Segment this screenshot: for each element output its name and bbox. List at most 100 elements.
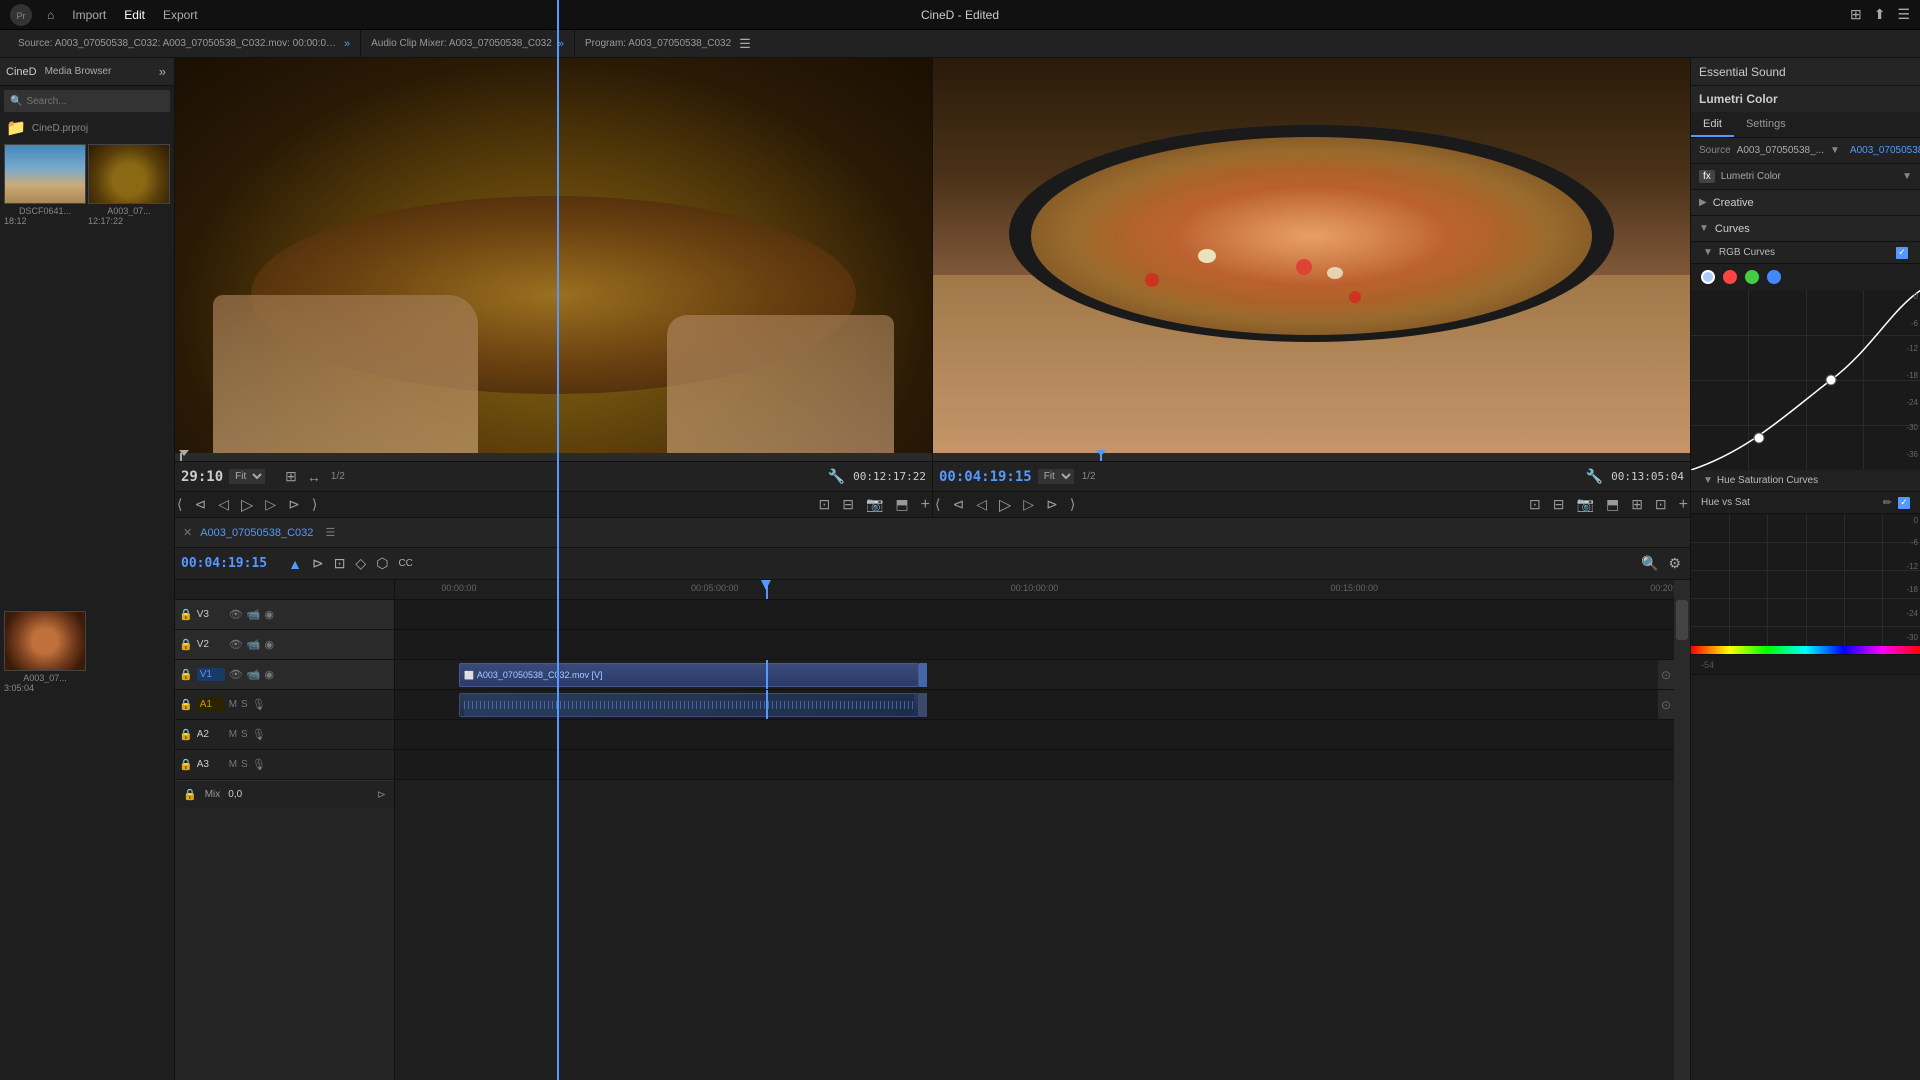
track-eye-v2[interactable]: ◉ xyxy=(264,638,274,651)
track-mute-a3[interactable]: M xyxy=(229,759,237,770)
track-solo-a2[interactable]: S xyxy=(241,729,248,740)
media-item-2[interactable]: A003_07... 12:17:22 xyxy=(88,144,170,609)
program-settings-btn[interactable]: ⊡ xyxy=(1653,496,1669,513)
program-play-btn[interactable]: ▷ xyxy=(997,495,1013,515)
media-item-1[interactable]: DSCF0641... 18:12 xyxy=(4,144,86,609)
track-visibility-v2[interactable]: 👁 xyxy=(229,638,243,651)
source-wrench-btn[interactable]: 🔧 xyxy=(826,468,847,485)
clip-end-handle[interactable] xyxy=(919,663,927,687)
track-visibility-v3[interactable]: 👁 xyxy=(229,608,243,621)
source-step-back-btn[interactable]: ⊲ xyxy=(192,496,208,513)
selection-tool[interactable]: ▲ xyxy=(285,556,305,572)
program-step-fwd-btn[interactable]: ⊳ xyxy=(1044,496,1060,513)
curve-graph[interactable]: 0 -6 -12 -18 -24 -30 -36 xyxy=(1691,290,1920,470)
track-visibility-v1[interactable]: 👁 xyxy=(229,668,243,681)
program-markers-btn[interactable]: ⊞ xyxy=(1629,496,1645,513)
hue-sat-curves-header[interactable]: ▼ Hue Saturation Curves xyxy=(1691,470,1920,492)
rgb-curves-row[interactable]: ▼ RGB Curves ✓ xyxy=(1691,242,1920,264)
program-add-btn[interactable]: + xyxy=(1677,496,1690,514)
audio-end-handle[interactable] xyxy=(919,693,927,717)
hue-vs-sat-checkbox[interactable]: ✓ xyxy=(1898,497,1910,509)
color-dot-red[interactable] xyxy=(1723,270,1737,284)
menu-icon[interactable]: ☰ xyxy=(1897,6,1910,23)
mix-lock-btn[interactable]: 🔒 xyxy=(183,788,197,801)
tab-edit[interactable]: Edit xyxy=(1691,112,1734,137)
timeline-close-btn[interactable]: ✕ xyxy=(183,526,192,539)
source-play-btn[interactable]: ▷ xyxy=(239,495,255,515)
creative-section-row[interactable]: ▶ Creative xyxy=(1691,190,1920,216)
source-scrub-bar[interactable] xyxy=(175,453,932,461)
source-step-fwd-btn[interactable]: ⊳ xyxy=(286,496,302,513)
a1-track-add-right[interactable]: ⊙ xyxy=(1658,690,1674,719)
timeline-menu-btn[interactable]: ☰ xyxy=(325,526,335,539)
video-clip[interactable]: ⬜ A003_07050538_C032.mov [V] xyxy=(459,663,919,687)
audio-clip[interactable] xyxy=(459,693,919,717)
source-dropdown[interactable]: ▼ xyxy=(1830,145,1840,156)
rgb-curves-checkbox[interactable]: ✓ xyxy=(1896,247,1908,259)
source-add-btn[interactable]: + xyxy=(919,496,932,514)
source-insert-btn[interactable]: ⊡ xyxy=(817,496,833,513)
program-camera-btn[interactable]: 📷 xyxy=(1575,496,1596,513)
source-inout-btn[interactable]: ⊞ xyxy=(283,468,299,485)
program-mark-btn[interactable]: ⟨ xyxy=(933,496,942,513)
razor-tool[interactable]: ◇ xyxy=(352,555,369,572)
source-extract-btn[interactable]: ⬒ xyxy=(893,496,910,513)
track-mic-a3[interactable]: 🎙 xyxy=(252,758,266,771)
timeline-scrollbar[interactable] xyxy=(1674,580,1690,1080)
tab-cined[interactable]: CineD xyxy=(6,66,37,78)
program-mark-out-btn[interactable]: ⟩ xyxy=(1068,496,1077,513)
program-lift-btn[interactable]: ⊡ xyxy=(1527,496,1543,513)
track-camera-v1[interactable]: 📹 xyxy=(247,668,261,681)
window-mode-icon[interactable]: ⊞ xyxy=(1850,6,1862,23)
color-dot-blue[interactable] xyxy=(1767,270,1781,284)
track-lock-a3[interactable]: 🔒 xyxy=(179,758,193,771)
source-camera-btn[interactable]: 📷 xyxy=(864,496,885,513)
tab-settings[interactable]: Settings xyxy=(1734,112,1798,137)
program-step-back-btn[interactable]: ⊲ xyxy=(950,496,966,513)
source-mark-out-btn[interactable]: ⟩ xyxy=(310,496,319,513)
track-solo-a3[interactable]: S xyxy=(241,759,248,770)
track-camera-v2[interactable]: 📹 xyxy=(247,638,261,651)
program-wrench-btn[interactable]: 🔧 xyxy=(1584,468,1605,485)
hue-sat-graph[interactable]: 0 -6 -12 -18 -24 -30 xyxy=(1691,514,1920,654)
program-next-frame-btn[interactable]: ▷ xyxy=(1021,496,1036,513)
source-next-frame-btn[interactable]: ▷ xyxy=(263,496,278,513)
share-icon[interactable]: ⬆ xyxy=(1874,6,1886,23)
track-lock-v1[interactable]: 🔒 xyxy=(179,668,193,681)
menu-home[interactable]: ⌂ xyxy=(47,8,54,22)
track-mute-a1[interactable]: M xyxy=(229,699,237,710)
color-dot-white[interactable] xyxy=(1701,270,1715,284)
program-menu-btn[interactable]: ☰ xyxy=(737,36,753,52)
timeline-scroll-thumb[interactable] xyxy=(1676,600,1688,640)
source-realsize-btn[interactable]: ↔ xyxy=(305,469,323,485)
track-lock-a1[interactable]: 🔒 xyxy=(179,698,193,711)
mix-next-btn[interactable]: ⊳ xyxy=(377,788,386,801)
program-extract-btn[interactable]: ⊟ xyxy=(1551,496,1567,513)
curves-section-row[interactable]: ▼ Curves xyxy=(1691,216,1920,242)
source-mark-in-btn[interactable]: ⟨ xyxy=(175,496,184,513)
tab-media-browser[interactable]: Media Browser xyxy=(45,66,112,77)
track-lock-v3[interactable]: 🔒 xyxy=(179,608,193,621)
track-eye-v1[interactable]: ◉ xyxy=(264,668,274,681)
track-mute-a2[interactable]: M xyxy=(229,729,237,740)
menu-import[interactable]: Import xyxy=(72,8,106,22)
track-camera-v3[interactable]: 📹 xyxy=(247,608,261,621)
program-scrub-bar[interactable] xyxy=(933,453,1690,461)
program-fit-select[interactable]: Fit xyxy=(1038,469,1074,484)
hue-vs-sat-edit-btn[interactable]: ✏ xyxy=(1883,496,1892,509)
track-add-right[interactable]: ⊙ xyxy=(1658,660,1674,689)
track-solo-a1[interactable]: S xyxy=(241,699,248,710)
program-prev-frame-btn[interactable]: ◁ xyxy=(974,496,989,513)
media-item-3[interactable]: A003_07... 3:05:04 xyxy=(4,611,86,1076)
source-prev-frame-btn[interactable]: ◁ xyxy=(216,496,231,513)
settings-btn[interactable]: ⚙ xyxy=(1665,555,1684,572)
menu-edit[interactable]: Edit xyxy=(124,8,145,22)
track-lock-v2[interactable]: 🔒 xyxy=(179,638,193,651)
source-expand-btn[interactable]: » xyxy=(344,38,350,50)
track-eye-v3[interactable]: ◉ xyxy=(264,608,274,621)
new-bin-btn[interactable]: 📁 xyxy=(4,118,28,138)
captions-btn[interactable]: CC xyxy=(395,558,415,569)
track-mic-a2[interactable]: 🎙 xyxy=(252,728,266,741)
fx-dropdown[interactable]: ▼ xyxy=(1902,171,1912,182)
track-select-fwd[interactable]: ⊳ xyxy=(309,555,327,572)
